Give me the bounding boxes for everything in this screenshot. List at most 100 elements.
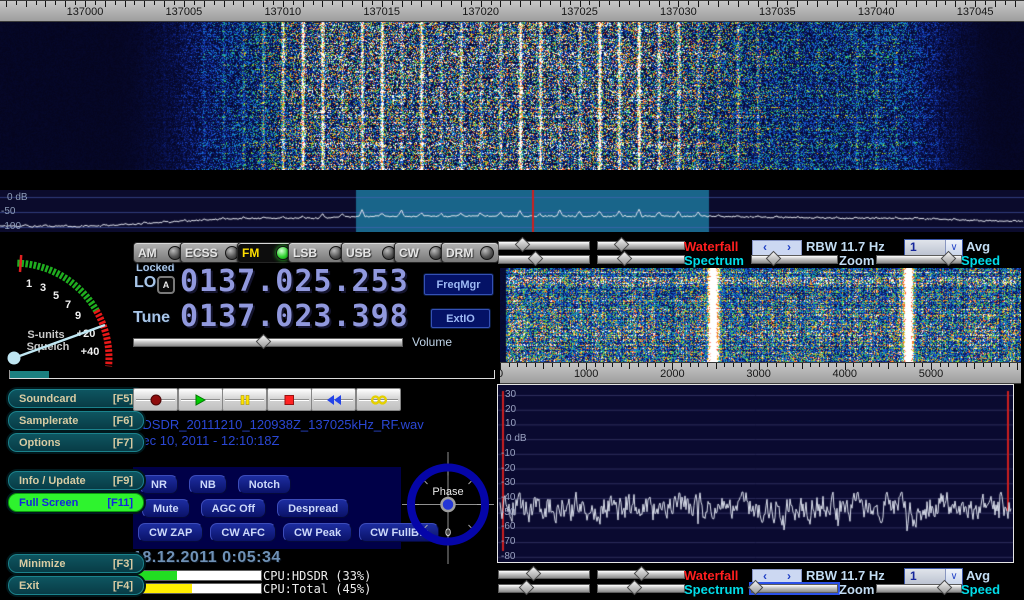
spectrum-contrast-slider-thumb[interactable] bbox=[627, 580, 643, 596]
frequency-ruler-label: 137040 bbox=[846, 6, 906, 18]
ruler-tick bbox=[827, 1, 828, 5]
extio-button[interactable]: ExtIO bbox=[431, 309, 490, 328]
ruler-tick bbox=[16, 1, 17, 5]
mode-button-am[interactable]: AM bbox=[133, 242, 187, 263]
zoom-slider[interactable] bbox=[751, 584, 838, 593]
mode-button-fm[interactable]: FM bbox=[237, 242, 295, 263]
dsp-button-agc-off[interactable]: AGC Off bbox=[201, 499, 266, 518]
ruler-tick bbox=[991, 363, 992, 367]
s-meter-tick-label: 3 bbox=[40, 282, 46, 294]
menu-button-soundcard[interactable]: Soundcard[F5] bbox=[8, 389, 144, 408]
waterfall-brightness-slider[interactable] bbox=[498, 241, 590, 250]
ruler-tick bbox=[342, 1, 343, 7]
menu-button-exit[interactable]: Exit[F4] bbox=[8, 576, 144, 595]
menu-button-options[interactable]: Options[F7] bbox=[8, 433, 144, 452]
lo-frequency-display[interactable]: 0137.025.253 bbox=[180, 267, 409, 297]
freqmgr-button[interactable]: FreqMgr bbox=[424, 274, 493, 295]
ruler-tick bbox=[914, 363, 915, 367]
volume-slider-thumb[interactable] bbox=[255, 334, 271, 350]
ruler-tick bbox=[733, 363, 734, 367]
ruler-tick bbox=[372, 1, 373, 5]
main-spectrum[interactable] bbox=[0, 190, 1024, 232]
s-meter-tick-label: +40 bbox=[81, 346, 100, 358]
spectrum-brightness-slider[interactable] bbox=[498, 584, 590, 593]
pause-button[interactable] bbox=[222, 388, 267, 411]
s-meter-tick-label: 5 bbox=[53, 290, 59, 302]
dsp-button-notch[interactable]: Notch bbox=[238, 475, 291, 494]
db-axis-label: 0 dB bbox=[506, 433, 527, 444]
mode-button-usb[interactable]: USB bbox=[341, 242, 401, 263]
ruler-tick bbox=[243, 1, 244, 7]
rbw-label: RBW 11.7 Hz bbox=[806, 240, 885, 254]
loop-button[interactable] bbox=[356, 388, 401, 411]
zoomed-spectrum[interactable] bbox=[498, 385, 1013, 562]
play-button[interactable] bbox=[178, 388, 223, 411]
db-axis-label: 30 bbox=[505, 389, 516, 400]
menu-button-info-update[interactable]: Info / Update[F9] bbox=[8, 471, 144, 490]
zoom-slider[interactable] bbox=[751, 255, 838, 264]
tune-frequency-display[interactable]: 0137.023.398 bbox=[180, 302, 409, 332]
ruler-tick bbox=[609, 1, 610, 5]
speed-slider[interactable] bbox=[876, 255, 962, 264]
ruler-tick bbox=[125, 1, 126, 7]
spectrum-contrast-slider[interactable] bbox=[597, 584, 685, 593]
ruler-tick bbox=[322, 1, 323, 7]
stop-button[interactable] bbox=[267, 388, 312, 411]
spinner-right-arrow-icon[interactable]: › bbox=[777, 241, 801, 256]
menu-button-samplerate[interactable]: Samplerate[F6] bbox=[8, 411, 144, 430]
speed-slider[interactable] bbox=[876, 584, 962, 593]
zoomed-spectrum-box[interactable]: 3020100 dB-10-20-30-40-50-60-70-80 bbox=[497, 384, 1014, 563]
ruler-tick bbox=[966, 363, 967, 367]
menu-button-full-screen[interactable]: Full Screen[F11] bbox=[8, 493, 144, 512]
spinner-right-arrow-icon[interactable]: › bbox=[777, 570, 801, 585]
ruler-tick bbox=[688, 1, 689, 5]
ruler-tick bbox=[421, 1, 422, 7]
dsp-button-cw-afc[interactable]: CW AFC bbox=[210, 523, 276, 542]
ruler-tick bbox=[154, 1, 155, 5]
hz-ruler-label: 3000 bbox=[729, 368, 789, 380]
spectrum-contrast-slider[interactable] bbox=[597, 255, 685, 264]
waterfall-contrast-slider-thumb[interactable] bbox=[614, 237, 630, 253]
waterfall-contrast-slider-thumb[interactable] bbox=[634, 566, 650, 582]
ruler-tick bbox=[836, 363, 837, 367]
ruler-tick bbox=[392, 1, 393, 5]
dsp-button-cw-peak[interactable]: CW Peak bbox=[283, 523, 352, 542]
hz-ruler[interactable]: 010002000300040005000 bbox=[500, 362, 1021, 384]
spectrum-brightness-slider[interactable] bbox=[498, 255, 590, 264]
waterfall-contrast-slider[interactable] bbox=[597, 570, 685, 579]
ruler-tick bbox=[431, 1, 432, 5]
waterfall-brightness-slider-thumb[interactable] bbox=[514, 237, 530, 253]
spectrum-brightness-slider-thumb[interactable] bbox=[519, 580, 535, 596]
dsp-button-despread[interactable]: Despread bbox=[277, 499, 349, 518]
rewind-button[interactable] bbox=[311, 388, 356, 411]
dsp-button-nr[interactable]: NR bbox=[140, 475, 178, 494]
squelch-marker[interactable] bbox=[20, 255, 21, 272]
mode-button-cw[interactable]: CW bbox=[394, 242, 448, 263]
db-axis-label: -30 bbox=[501, 477, 515, 488]
spectrum-brightness-slider-thumb[interactable] bbox=[528, 251, 544, 267]
ruler-tick bbox=[862, 363, 863, 367]
hz-ruler-label: 0 bbox=[500, 368, 530, 380]
s-meter[interactable]: 1 3 5 7 9 +20 +40 S-units Squelch bbox=[2, 238, 130, 372]
waterfall-brightness-slider[interactable] bbox=[498, 570, 590, 579]
mode-button-ecss[interactable]: ECSS bbox=[180, 242, 244, 263]
volume-slider[interactable] bbox=[133, 338, 403, 347]
dsp-button-mute[interactable]: Mute bbox=[142, 499, 190, 518]
dsp-button-cw-zap[interactable]: CW ZAP bbox=[138, 523, 203, 542]
main-frequency-ruler[interactable]: 1370001370051370101370151370201370251370… bbox=[0, 0, 1024, 22]
lo-auto-badge[interactable]: A bbox=[157, 276, 175, 294]
zoomed-waterfall[interactable] bbox=[500, 268, 1021, 362]
mode-button-lsb[interactable]: LSB bbox=[288, 242, 348, 263]
ruler-tick bbox=[1000, 363, 1001, 367]
mode-button-drm[interactable]: DRM bbox=[441, 242, 499, 263]
frequency-ruler-label: 137010 bbox=[253, 6, 313, 18]
waterfall-brightness-slider-thumb[interactable] bbox=[526, 566, 542, 582]
dsp-button-nb[interactable]: NB bbox=[189, 475, 227, 494]
phase-value: 0 bbox=[445, 527, 451, 539]
spectrum-contrast-slider-thumb[interactable] bbox=[617, 251, 633, 267]
main-waterfall[interactable] bbox=[0, 0, 1024, 170]
menu-button-minimize[interactable]: Minimize[F3] bbox=[8, 554, 144, 573]
waterfall-contrast-slider[interactable] bbox=[597, 241, 685, 250]
record-button[interactable] bbox=[133, 388, 178, 411]
hz-ruler-label: 4000 bbox=[815, 368, 875, 380]
